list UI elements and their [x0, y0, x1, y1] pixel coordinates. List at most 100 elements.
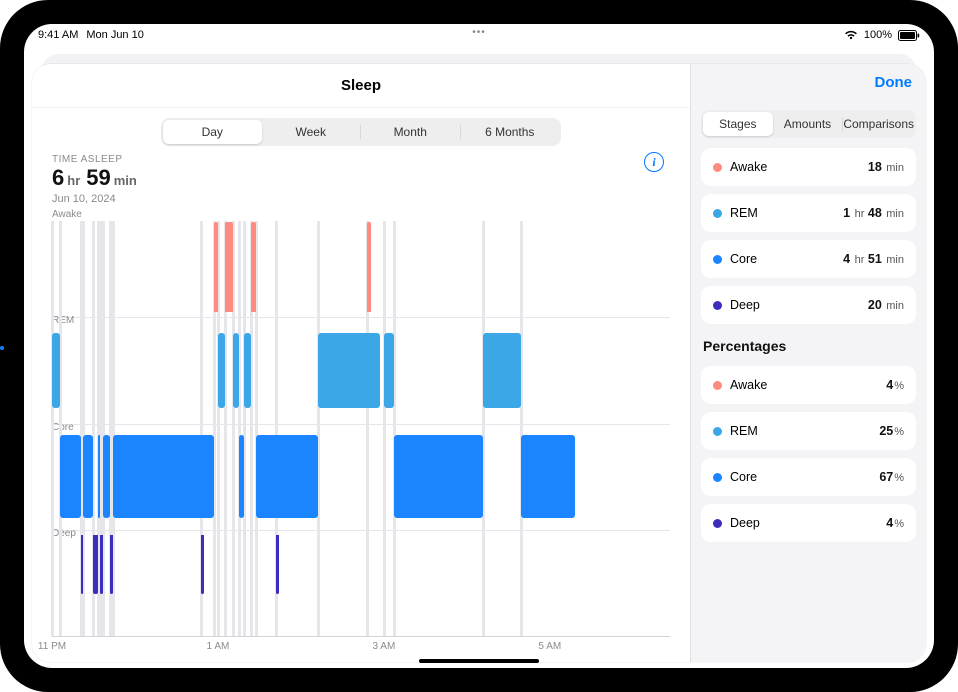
sleep-segment-rem[interactable]: [218, 333, 225, 407]
stage-dot-icon: [713, 427, 722, 436]
summary-hours-unit: hr: [67, 173, 80, 188]
summary-hours: 6: [52, 165, 64, 191]
x-tick-label: 3 AM: [372, 641, 395, 652]
sleep-segment-rem[interactable]: [233, 333, 239, 407]
ipad-frame: ••• 9:41 AM Mon Jun 10 100% Sleep: [0, 0, 958, 692]
main-panel: Sleep DayWeekMonth6 Months TIME ASLEEP 6…: [32, 64, 690, 662]
sleep-segment-core[interactable]: [521, 435, 575, 518]
stage-connector: [383, 221, 386, 636]
stage-name: Awake: [730, 160, 767, 174]
stage-pct-deep[interactable]: Deep4%: [701, 504, 916, 542]
stage-pct-value: 4%: [886, 378, 904, 392]
stage-name: Deep: [730, 516, 760, 530]
stage-name: Awake: [730, 378, 767, 392]
sidebar: Done StagesAmountsComparisons Awake 18 mi…: [690, 64, 926, 662]
range-tab-month[interactable]: Month: [361, 120, 460, 144]
stage-duration-value: 18 min: [868, 160, 904, 174]
stage-name: REM: [730, 206, 758, 220]
status-battery-pct: 100%: [864, 29, 892, 41]
sleep-segment-rem[interactable]: [244, 333, 251, 407]
sleep-segment-awake[interactable]: [225, 222, 233, 312]
sleep-segment-rem[interactable]: [483, 333, 520, 407]
multitask-dots[interactable]: •••: [472, 27, 486, 38]
range-tab-6-months[interactable]: 6 Months: [461, 120, 560, 144]
range-tab-week[interactable]: Week: [262, 120, 361, 144]
sleep-segment-rem[interactable]: [384, 333, 394, 407]
status-time: 9:41 AM: [38, 29, 78, 41]
stage-percentage-list: Awake 4% REM25% Core 67% Deep4%: [701, 366, 916, 542]
sleep-segment-deep[interactable]: [110, 535, 112, 593]
summary-mins: 59: [86, 165, 110, 191]
sleep-segment-deep[interactable]: [100, 535, 103, 593]
sleep-segment-deep[interactable]: [93, 535, 97, 593]
sleep-segment-rem[interactable]: [318, 333, 380, 407]
stage-duration-list: Awake 18 min REM1 hr 48 min Core4 hr 51 min…: [701, 148, 916, 324]
stage-connector: [59, 221, 62, 636]
sidebar-tab-stages[interactable]: Stages: [703, 112, 773, 136]
summary-label: TIME ASLEEP: [52, 154, 670, 165]
sleep-segment-core[interactable]: [394, 435, 484, 518]
stage-dot-icon: [713, 209, 722, 218]
stage-dot-icon: [713, 473, 722, 482]
stage-dot-icon: [713, 255, 722, 264]
stage-dot-icon: [713, 381, 722, 390]
time-range-segmented[interactable]: DayWeekMonth6 Months: [161, 118, 561, 146]
sleep-segment-core[interactable]: [113, 435, 214, 518]
info-icon[interactable]: i: [644, 152, 664, 172]
stage-pct-rem[interactable]: REM25%: [701, 412, 916, 450]
sleep-segment-rem[interactable]: [52, 333, 60, 407]
x-tick-label: 1 AM: [207, 641, 230, 652]
stage-connector: [393, 221, 396, 636]
stage-pct-awake[interactable]: Awake 4%: [701, 366, 916, 404]
screen: ••• 9:41 AM Mon Jun 10 100% Sleep: [24, 24, 934, 668]
sidebar-segmented[interactable]: StagesAmountsComparisons: [701, 110, 916, 138]
done-button[interactable]: Done: [875, 74, 913, 91]
sleep-segment-core[interactable]: [60, 435, 81, 518]
y-lane-label: Awake: [52, 209, 82, 220]
stage-dot-icon: [713, 519, 722, 528]
status-date: Mon Jun 10: [86, 29, 143, 41]
sleep-segment-deep[interactable]: [81, 535, 83, 593]
stage-duration-rem[interactable]: REM1 hr 48 min: [701, 194, 916, 232]
sleep-segment-awake[interactable]: [214, 222, 218, 312]
stage-dot-icon: [713, 163, 722, 172]
stage-duration-deep[interactable]: Deep20 min: [701, 286, 916, 324]
sleep-segment-awake[interactable]: [367, 222, 371, 312]
sidebar-tab-amounts[interactable]: Amounts: [773, 112, 843, 136]
sleep-segment-core[interactable]: [256, 435, 317, 518]
gridline: [52, 636, 670, 637]
sleep-segment-core[interactable]: [98, 435, 100, 518]
gridline: [52, 530, 670, 531]
stage-pct-value: 25%: [879, 424, 904, 438]
summary-value: 6 hr 59 min: [52, 165, 670, 191]
y-lane-label: Deep: [52, 528, 76, 539]
sidebar-tab-comparisons[interactable]: Comparisons: [843, 112, 914, 136]
gridline: [52, 317, 670, 318]
stage-connector: [317, 221, 320, 636]
sleep-segment-deep[interactable]: [276, 535, 278, 593]
x-tick-label: 11 PM: [38, 641, 66, 652]
stage-connector: [520, 221, 523, 636]
sleep-segment-core[interactable]: [103, 435, 110, 518]
sleep-stage-chart[interactable]: AwakeREMCoreDeep11 PM1 AM3 AM5 AM: [52, 211, 670, 652]
side-indicator: [0, 346, 4, 350]
y-lane-label: Core: [52, 422, 74, 433]
sleep-segment-core[interactable]: [83, 435, 94, 518]
stage-name: Core: [730, 470, 757, 484]
stage-pct-core[interactable]: Core 67%: [701, 458, 916, 496]
stage-duration-awake[interactable]: Awake 18 min: [701, 148, 916, 186]
stage-connector: [238, 221, 241, 636]
percentages-title: Percentages: [703, 338, 914, 354]
y-lane-label: REM: [52, 315, 74, 326]
stage-duration-core[interactable]: Core4 hr 51 min: [701, 240, 916, 278]
stage-duration-value: 4 hr 51 min: [843, 252, 904, 266]
wifi-icon: [844, 30, 858, 40]
sleep-segment-core[interactable]: [239, 435, 245, 518]
home-indicator[interactable]: [419, 659, 539, 663]
stage-dot-icon: [713, 301, 722, 310]
sleep-segment-deep[interactable]: [201, 535, 203, 593]
range-tab-day[interactable]: Day: [163, 120, 262, 144]
sleep-segment-awake[interactable]: [251, 222, 256, 312]
stage-pct-value: 67%: [879, 470, 904, 484]
gridline: [52, 424, 670, 425]
